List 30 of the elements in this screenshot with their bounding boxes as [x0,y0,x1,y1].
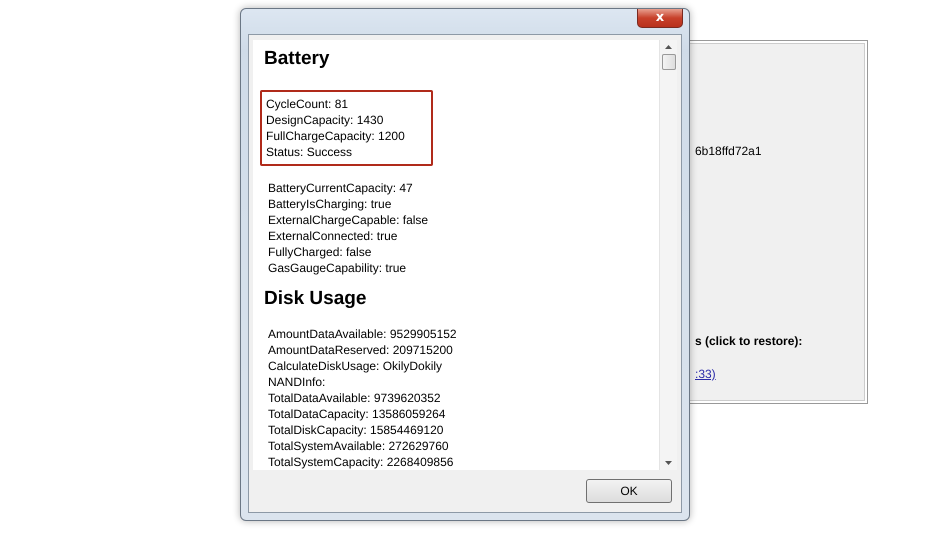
scroll-down-icon[interactable] [664,460,673,466]
hash-text: 6b18ffd72a1 [695,144,762,158]
info-line: GasGaugeCapability: true [268,260,408,276]
info-line: AmountDataAvailable: 9529905152 [268,326,457,342]
section-heading: Battery [264,48,330,70]
info-line: DesignCapacity: 1430 [266,112,384,128]
info-line: FullChargeCapacity: 1200 [266,128,405,144]
info-line: Status: Success [266,144,354,160]
restore-link[interactable]: :33) [695,367,716,381]
restore-heading: s (click to restore): [695,334,802,348]
info-line: BatteryCurrentCapacity: 47 [268,180,414,196]
info-line: FullyCharged: false [268,244,372,260]
scrollbar[interactable] [659,40,677,470]
info-line: TotalSystemAvailable: 272629760 [268,438,450,454]
info-line: NANDInfo: [268,374,326,390]
ok-button[interactable]: OK [586,479,672,503]
info-line: TotalDataAvailable: 9739620352 [268,390,442,406]
section-heading: Disk Usage [264,288,368,310]
info-line: TotalDiskCapacity: 15854469120 [268,422,444,438]
close-button[interactable]: x [637,9,683,28]
scrollbar-thumb[interactable] [662,54,676,70]
scroll-up-icon[interactable] [664,44,673,50]
info-line: AmountDataReserved: 209715200 [268,342,454,358]
info-line: ExternalChargeCapable: false [268,212,428,228]
info-line: TotalSystemCapacity: 2268409856 [268,454,454,470]
info-line: ExternalConnected: true [268,228,398,244]
info-line: CycleCount: 81 [266,96,350,112]
info-line: TotalDataCapacity: 13586059264 [268,406,446,422]
info-line: BatteryIsCharging: true [268,196,392,212]
info-line: CalculateDiskUsage: OkilyDokily [268,358,444,374]
